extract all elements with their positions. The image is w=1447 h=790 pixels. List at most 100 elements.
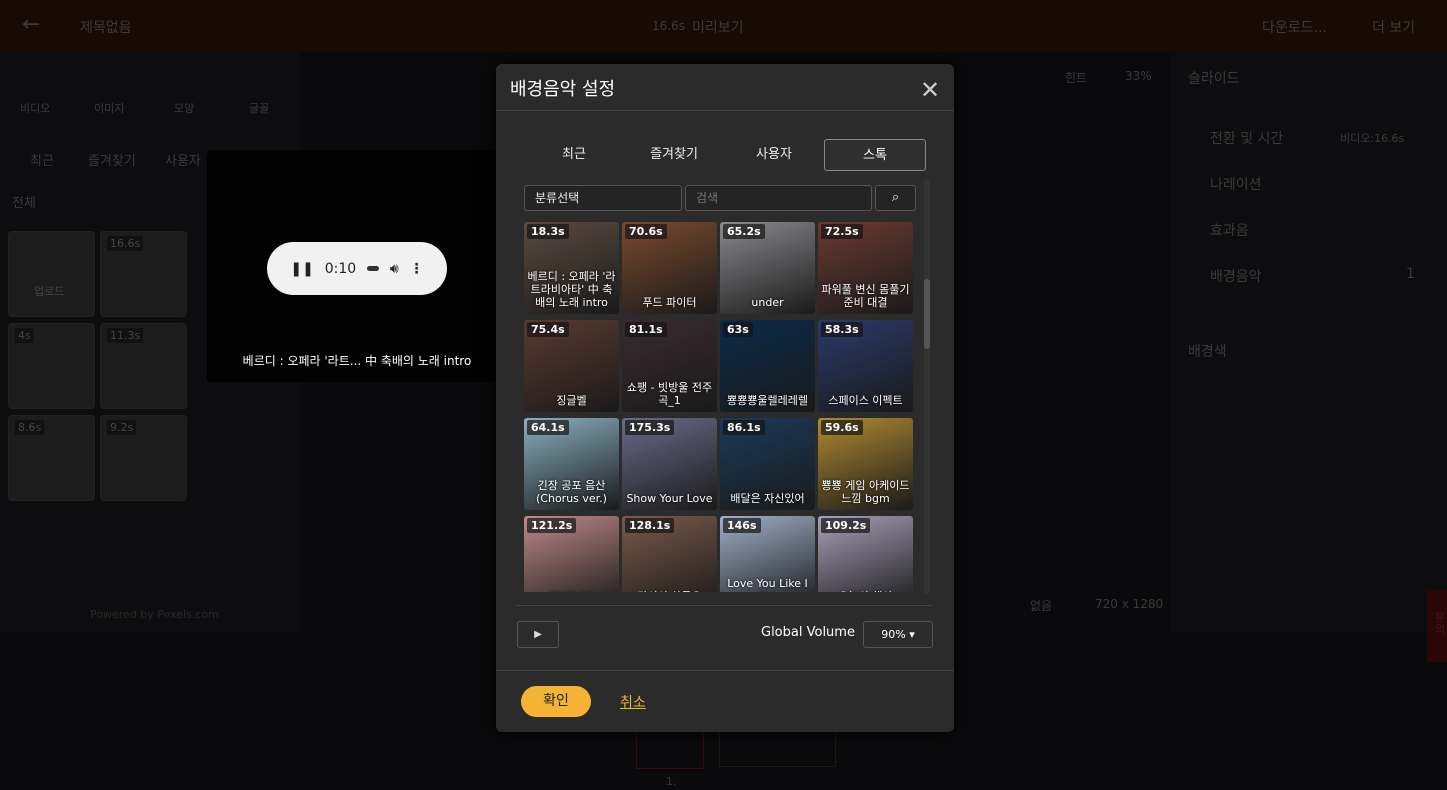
volume-icon[interactable]: 🔊︎ [390, 261, 399, 277]
track-title: 쇼팽 - 빗방울 전주곡_1 [626, 381, 713, 407]
track-duration: 128.1s [625, 518, 675, 533]
slide-number: 1. [666, 775, 677, 788]
track-card[interactable]: 146s Love You Like I Do [720, 516, 815, 592]
panel-item-sfx[interactable]: 효과음 [1210, 220, 1249, 240]
inquiry-tab[interactable]: 문의 [1427, 590, 1447, 662]
tab-favorites[interactable]: 즐겨찾기 [88, 150, 136, 169]
track-card[interactable]: 175.3s Show Your Love [622, 418, 717, 510]
track-duration: 64.1s [527, 420, 569, 435]
tool-shape[interactable]: 모양 [174, 100, 194, 116]
track-title: Love You Like I Do [727, 577, 808, 592]
track-title: 배달은 자신있어 [730, 492, 805, 505]
track-duration: 72.5s [821, 224, 863, 239]
track-card[interactable]: 65.2s under [720, 222, 815, 314]
track-duration: 75.4s [527, 322, 569, 337]
global-volume-value: 90% [881, 628, 906, 641]
search-input[interactable] [685, 185, 872, 211]
scrollbar-thumb[interactable] [924, 279, 930, 349]
download-button[interactable]: 다운로드... [1262, 17, 1327, 37]
global-volume-select[interactable]: 90% ▾ [863, 621, 933, 648]
slide-panel: 슬라이드 전환 및 시간 비디오:16.6s 나레이션 효과음 배경음악 1 배… [1170, 52, 1447, 632]
track-duration: 146s [723, 518, 761, 533]
track-card[interactable]: 64.1s 긴장 공포 음산 (Chorus ver.) [524, 418, 619, 510]
media-thumb[interactable]: 11.3s [100, 323, 187, 409]
track-card[interactable]: 109.2s 오늘의 행산 [818, 516, 913, 592]
transition-value: 비디오:16.6s [1340, 132, 1405, 145]
more-menu-button[interactable]: 더 보기 [1372, 17, 1415, 37]
panel-item-transition[interactable]: 전환 및 시간 [1210, 128, 1283, 148]
project-title[interactable]: 제목없음 [80, 17, 132, 37]
media-thumb[interactable]: 8.6s [8, 415, 95, 501]
track-title: 긴장 공포 음산 (Chorus ver.) [536, 479, 607, 505]
track-card[interactable]: 63s 뿅뿅뿅울렐레레렐 [720, 320, 815, 412]
tab-user[interactable]: 사용자 [165, 150, 201, 169]
filter-select[interactable]: 전체 [12, 192, 36, 211]
close-icon[interactable]: ✕ [920, 76, 940, 104]
progress-slider[interactable] [367, 266, 380, 271]
bgcolor-label: 배경색 [1188, 344, 1227, 360]
tool-image[interactable]: 이미지 [94, 100, 124, 116]
back-arrow-icon[interactable]: ← [22, 12, 40, 37]
search-icon: ⌕ [891, 190, 900, 205]
pexels-credit: Powered by Pexels.com [90, 608, 219, 621]
track-card[interactable]: 75.4s 징글벨 [524, 320, 619, 412]
scrollbar[interactable] [924, 179, 930, 594]
track-title: TIME 15 [526, 590, 617, 592]
panel-item-narration[interactable]: 나레이션 [1210, 174, 1262, 194]
zoom-level[interactable]: 33% [1125, 69, 1152, 83]
divider [496, 670, 954, 671]
track-card[interactable]: 81.1s 쇼팽 - 빗방울 전주곡_1 [622, 320, 717, 412]
media-thumb[interactable]: 4s [8, 323, 95, 409]
media-thumb[interactable]: 9.2s [100, 415, 187, 501]
track-grid: 18.3s 베르디 : 오페라 '라트라비아타' 中 축배의 노래 intro 70… [524, 222, 916, 592]
track-card[interactable]: 58.3s 스페이스 이펙트 [818, 320, 913, 412]
track-title: 징글벨 [556, 394, 587, 407]
thumb-duration: 11.3s [107, 328, 144, 343]
track-card[interactable]: 70.6s 푸드 파이터 [622, 222, 717, 314]
track-duration: 70.6s [625, 224, 667, 239]
more-options-icon[interactable]: ⋮ [410, 261, 424, 277]
track-title: 베르디 : 오페라 '라트라비아타' 中 축배의 노래 intro [527, 270, 616, 309]
play-button[interactable]: ▶ [517, 621, 559, 648]
pause-icon[interactable]: ❚❚ [290, 261, 313, 277]
track-title: 당신의 하루요 [624, 590, 715, 592]
bgm-settings-modal: 배경음악 설정 ✕ 최근 즐겨찾기 사용자 스톡 분류선택 ⌕ 18.3s 베르디… [496, 64, 954, 732]
global-volume-label: Global Volume [761, 625, 855, 640]
track-duration: 86.1s [723, 420, 765, 435]
audio-player[interactable]: ❚❚ 0:10 🔊︎ ⋮ [267, 242, 447, 295]
cancel-link[interactable]: 취소 [620, 692, 646, 712]
panel-item-bgm[interactable]: 배경음악 [1210, 266, 1262, 286]
upload-button[interactable]: 업로드 [8, 231, 95, 317]
audio-status: 없음 [1030, 599, 1053, 613]
track-duration: 175.3s [625, 420, 675, 435]
track-duration: 81.1s [625, 322, 667, 337]
track-card[interactable]: 72.5s 파워풀 변신 몸풀기 준비 대결 [818, 222, 913, 314]
tool-text[interactable]: 글꼴 [249, 100, 269, 116]
track-title: 푸드 파이터 [642, 296, 697, 309]
preview-duration: 16.6s [652, 19, 685, 33]
tab-stock[interactable]: 스톡 [824, 139, 926, 171]
track-card[interactable]: 128.1s 당신의 하루요 [622, 516, 717, 592]
tab-recent[interactable]: 최근 [524, 139, 624, 171]
media-thumb[interactable]: 16.6s [100, 231, 187, 317]
confirm-button[interactable]: 확인 [521, 686, 591, 717]
tab-user[interactable]: 사용자 [724, 139, 824, 171]
track-card[interactable]: 121.2s TIME 15 [524, 516, 619, 592]
tab-recent[interactable]: 최근 [30, 150, 54, 169]
track-card[interactable]: 59.6s 뿅뿅 게임 아케이드 느낌 bgm [818, 418, 913, 510]
track-title: 뿅뿅뿅울렐레레렐 [727, 394, 808, 407]
hint-button[interactable]: 힌트 [1065, 69, 1087, 86]
search-button[interactable]: ⌕ [875, 185, 916, 211]
track-card[interactable]: 86.1s 배달은 자신있어 [720, 418, 815, 510]
canvas-size[interactable]: 720 x 1280 [1095, 597, 1163, 611]
track-title: Show Your Love [626, 492, 713, 505]
preview-button[interactable]: 미리보기 [692, 17, 744, 37]
category-select[interactable]: 분류선택 [524, 185, 682, 211]
thumb-duration: 9.2s [107, 420, 137, 435]
track-duration: 18.3s [527, 224, 569, 239]
tab-favorites[interactable]: 즐겨찾기 [624, 139, 724, 171]
track-card[interactable]: 18.3s 베르디 : 오페라 '라트라비아타' 中 축배의 노래 intro [524, 222, 619, 314]
track-duration: 121.2s [527, 518, 577, 533]
tool-video[interactable]: 비디오 [20, 100, 50, 116]
divider [496, 110, 954, 111]
